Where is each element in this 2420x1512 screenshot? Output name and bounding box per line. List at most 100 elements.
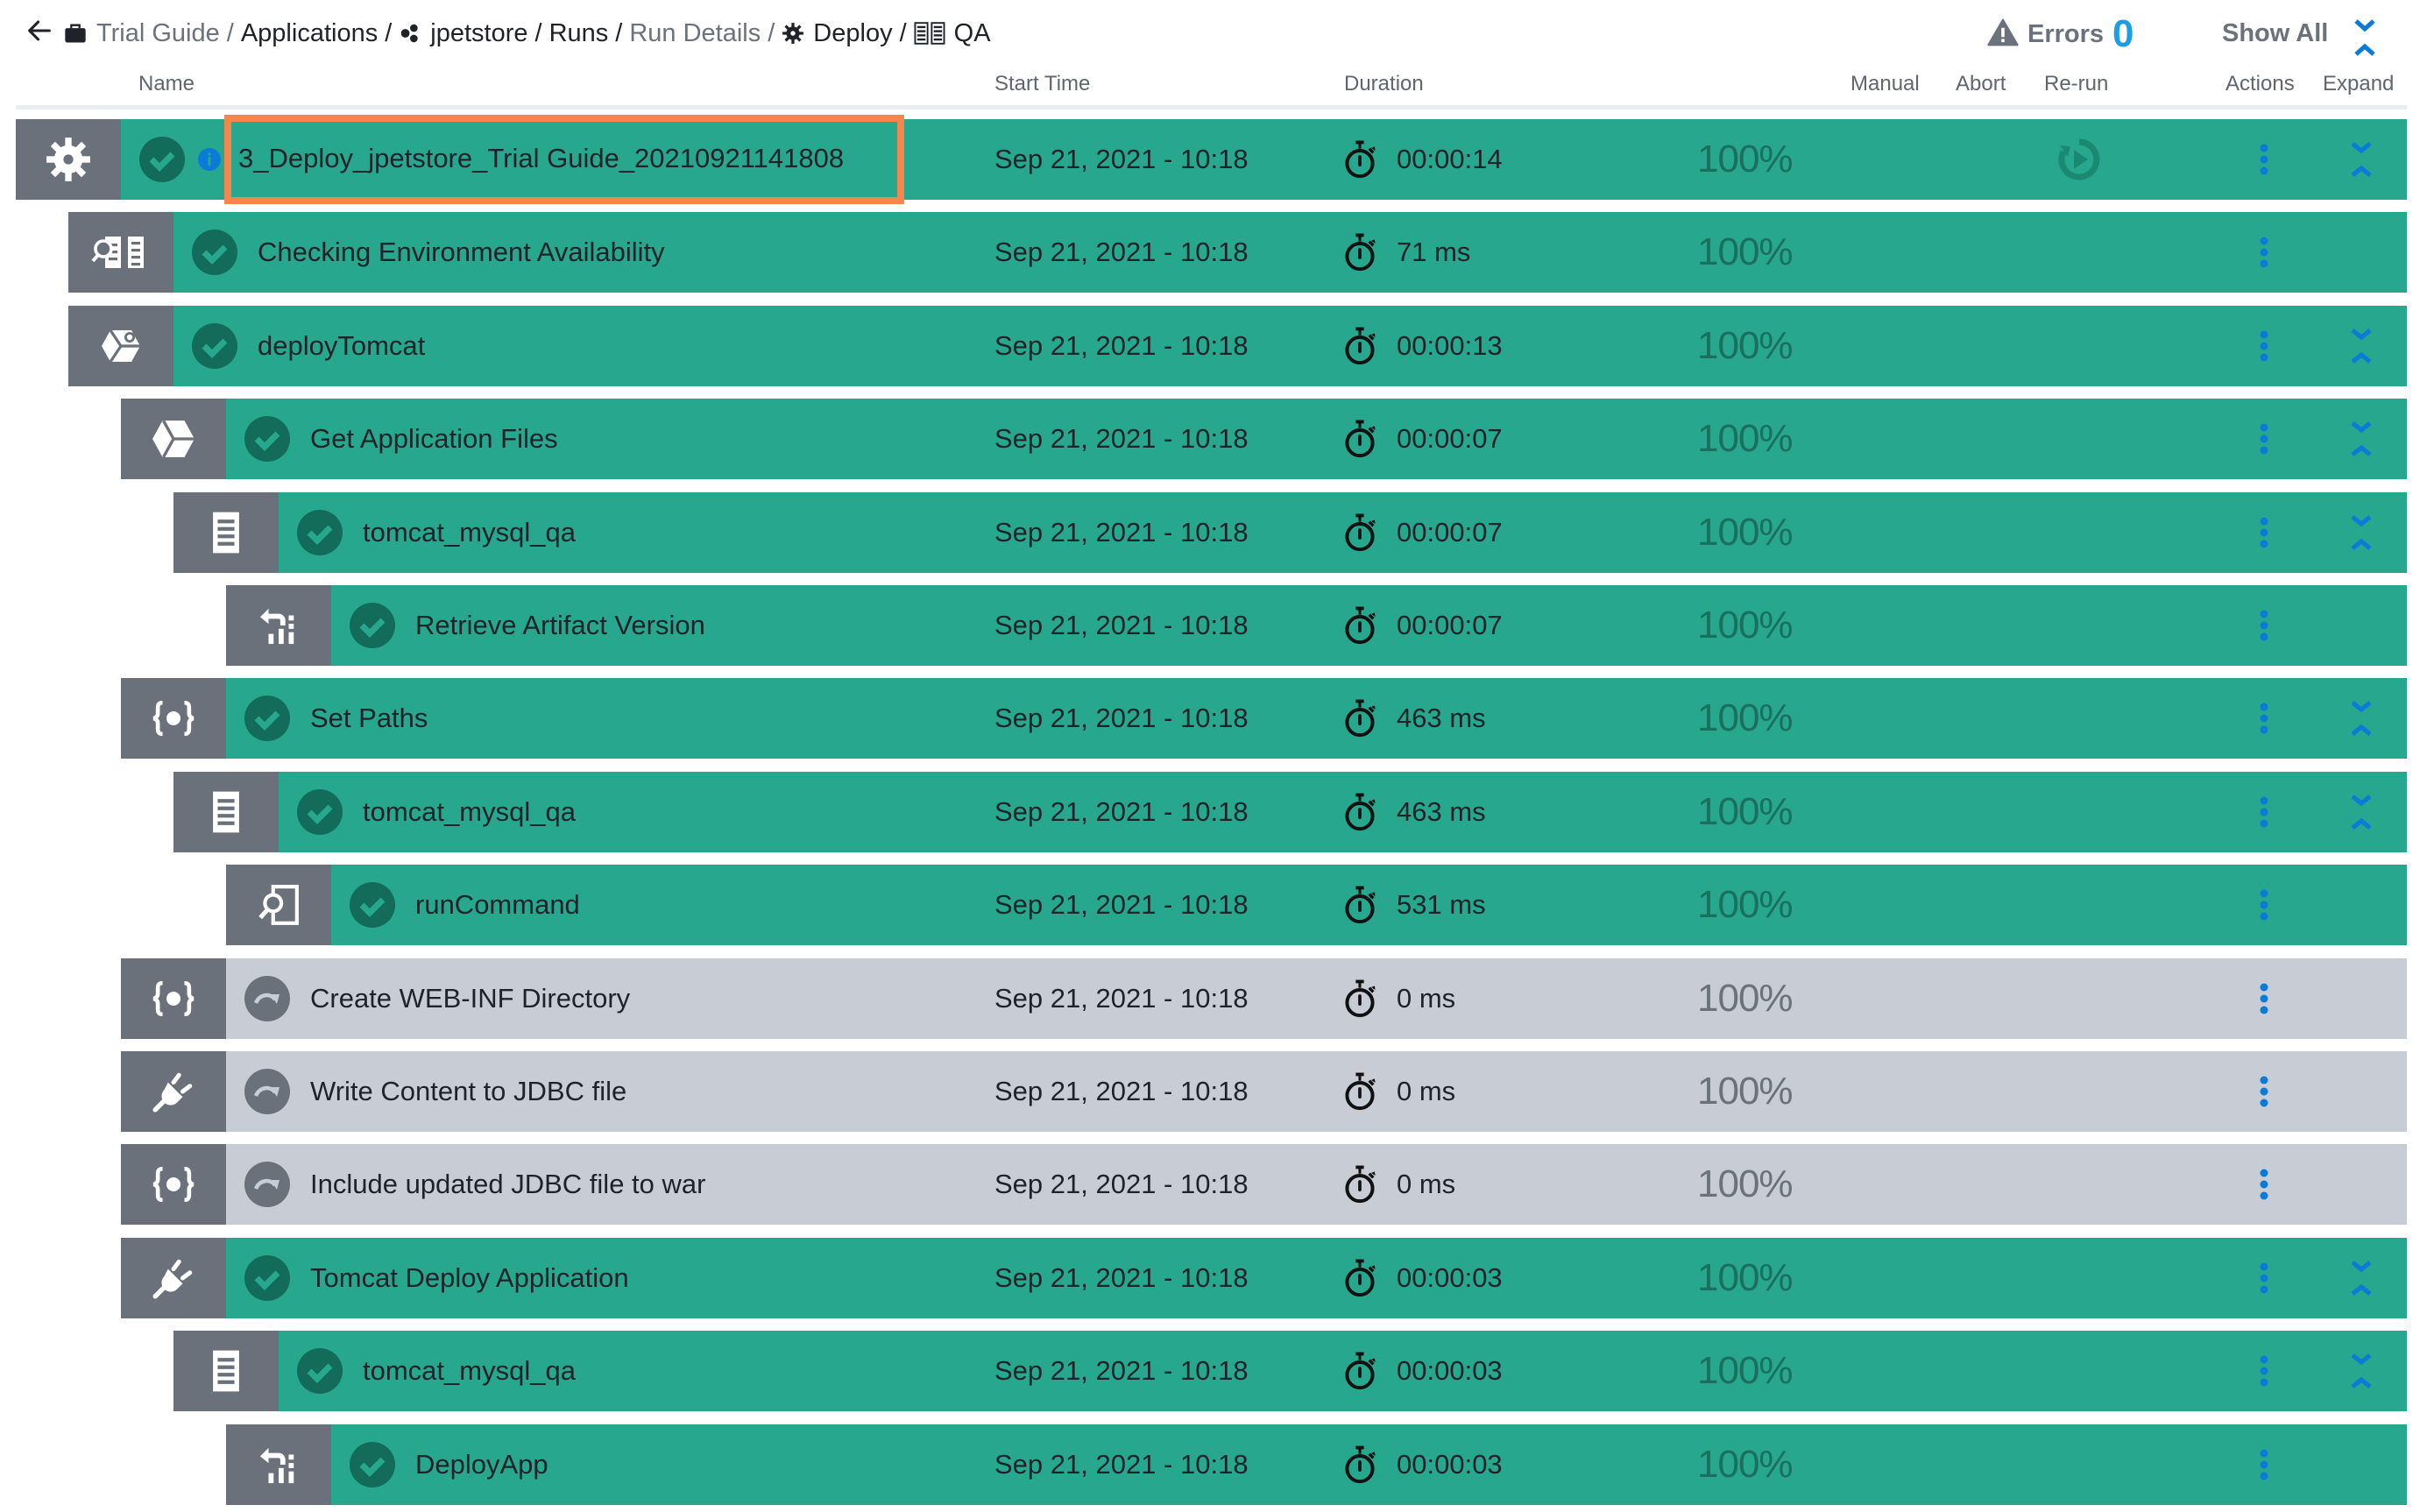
info-icon[interactable] [198,148,221,171]
rerun-icon[interactable] [2055,119,2104,200]
more-vertical-icon[interactable] [2255,585,2273,666]
column-header-duration[interactable]: Duration [1344,72,1424,96]
breadcrumb-item[interactable]: Applications [241,19,378,48]
table-row[interactable]: deployTomcat Sep 21, 2021 - 10:18 00:00:13… [68,306,2407,386]
breadcrumb: Trial Guide / Applications / jpetstore / Runs /… [63,16,991,51]
expand-collapse-icon[interactable] [2348,399,2374,479]
breadcrumb-item[interactable]: Trial Guide [63,19,220,48]
progress-percent: 100% [1697,1349,1794,1392]
breadcrumb-item[interactable]: Runs [549,19,609,48]
table-row[interactable]: tomcat_mysql_qa Sep 21, 2021 - 10:18 00:00… [173,1331,2407,1411]
progress-percent: 100% [1697,790,1794,833]
header-divider [16,105,2407,110]
more-vertical-icon[interactable] [2255,212,2273,293]
more-vertical-icon[interactable] [2255,492,2273,573]
show-all-button[interactable]: Show All [2222,19,2328,48]
column-header-start-time[interactable]: Start Time [994,72,1090,96]
success-check-icon [244,695,291,742]
success-check-icon [244,1254,291,1302]
step-name[interactable]: deployTomcat [258,330,425,362]
start-time: Sep 21, 2021 - 10:18 [994,889,1249,920]
step-name[interactable]: DeployApp [415,1449,548,1480]
expand-all-icon[interactable] [2352,16,2378,60]
step-name[interactable]: Checking Environment Availability [258,237,665,268]
more-vertical-icon[interactable] [2255,865,2273,945]
step-name[interactable]: tomcat_mysql_qa [363,517,576,548]
more-vertical-icon[interactable] [2255,1144,2273,1225]
expand-collapse-icon[interactable] [2348,772,2374,852]
more-vertical-icon[interactable] [2255,678,2273,759]
more-vertical-icon[interactable] [2255,119,2273,200]
start-time: Sep 21, 2021 - 10:18 [994,983,1249,1014]
column-header-actions: Actions [2225,72,2295,95]
table-row[interactable]: Create WEB-INF Directory Sep 21, 2021 - 1… [121,958,2407,1039]
table-row[interactable]: runCommand Sep 21, 2021 - 10:18 531 ms 100% [226,865,2407,945]
stopwatch-icon [1343,1331,1378,1411]
step-name[interactable]: Set Paths [310,703,428,734]
plugin-icon [121,1238,226,1318]
expand-collapse-icon[interactable] [2348,492,2374,573]
expand-collapse-icon[interactable] [2348,678,2374,759]
breadcrumb-item[interactable]: jpetstore [399,18,528,48]
step-name[interactable]: Create WEB-INF Directory [310,983,630,1014]
table-row[interactable]: Get Application Files Sep 21, 2021 - 10:1… [121,399,2407,479]
table-row[interactable]: Checking Environment Availability Sep 21,… [68,212,2407,293]
breadcrumb-separator: / [385,18,393,47]
start-time: Sep 21, 2021 - 10:18 [994,1449,1249,1480]
back-arrow-icon[interactable] [25,16,54,46]
table-row[interactable]: tomcat_mysql_qa Sep 21, 2021 - 10:18 463 m… [173,772,2407,852]
more-vertical-icon[interactable] [2255,1331,2273,1411]
step-name[interactable]: tomcat_mysql_qa [363,1355,576,1387]
table-row[interactable]: tomcat_mysql_qa Sep 21, 2021 - 10:18 00:00… [173,492,2407,573]
success-check-icon [244,415,291,463]
column-header-name[interactable]: Name [138,72,195,96]
expand-collapse-icon[interactable] [2348,306,2374,386]
breadcrumb-item[interactable]: Run Details [629,19,761,48]
variable-icon [121,1144,226,1225]
duration: 00:00:14 [1397,144,1503,174]
step-name[interactable]: Get Application Files [310,423,558,455]
more-vertical-icon[interactable] [2255,306,2273,386]
step-name[interactable]: 3_Deploy_jpetstore_Trial Guide_202109211… [224,115,904,204]
breadcrumb-item[interactable]: Deploy [782,19,893,48]
table-row[interactable]: Tomcat Deploy Application Sep 21, 2021 - … [121,1238,2407,1318]
table-row[interactable]: 3_Deploy_jpetstore_Trial Guide_202109211… [16,115,2407,204]
table-row[interactable]: DeployApp Sep 21, 2021 - 10:18 00:00:03 100… [226,1424,2407,1505]
step-name[interactable]: Tomcat Deploy Application [310,1262,629,1294]
expand-collapse-icon[interactable] [2348,1238,2374,1318]
breadcrumb-label: jpetstore [430,18,528,47]
step-name[interactable]: runCommand [415,889,580,921]
errors-count[interactable]: 0 [2112,15,2133,53]
more-vertical-icon[interactable] [2255,772,2273,852]
command-icon [226,865,331,945]
expand-collapse-icon[interactable] [2348,119,2374,200]
gear-icon [16,119,121,200]
progress-percent: 100% [1697,883,1794,926]
table-row[interactable]: Set Paths Sep 21, 2021 - 10:18 463 ms 100% [121,678,2407,759]
breadcrumb-separator: / [226,18,234,47]
start-time: Sep 21, 2021 - 10:18 [994,703,1249,733]
table-row[interactable]: Write Content to JDBC file Sep 21, 2021 -… [121,1051,2407,1132]
artifact-retrieve-icon [226,585,331,666]
breadcrumb-label: QA [953,18,991,47]
stopwatch-icon [1343,772,1378,852]
stopwatch-icon [1343,212,1378,293]
more-vertical-icon[interactable] [2255,1051,2273,1132]
more-vertical-icon[interactable] [2255,958,2273,1039]
breadcrumb-item[interactable]: QA [914,19,991,48]
step-name[interactable]: Write Content to JDBC file [310,1076,626,1107]
more-vertical-icon[interactable] [2255,1238,2273,1318]
start-time: Sep 21, 2021 - 10:18 [994,423,1249,454]
table-row[interactable]: Retrieve Artifact Version Sep 21, 2021 - … [226,585,2407,666]
duration: 00:00:07 [1397,610,1503,640]
step-name[interactable]: Retrieve Artifact Version [415,610,705,641]
progress-percent: 100% [1697,417,1794,460]
duration: 463 ms [1397,796,1486,827]
table-row[interactable]: Include updated JDBC file to war Sep 21, … [121,1144,2407,1225]
expand-collapse-icon[interactable] [2348,1331,2374,1411]
errors-summary[interactable]: Errors 0 [1987,12,2134,56]
step-name[interactable]: tomcat_mysql_qa [363,796,576,828]
more-vertical-icon[interactable] [2255,399,2273,479]
more-vertical-icon[interactable] [2255,1424,2273,1505]
step-name[interactable]: Include updated JDBC file to war [310,1169,705,1200]
